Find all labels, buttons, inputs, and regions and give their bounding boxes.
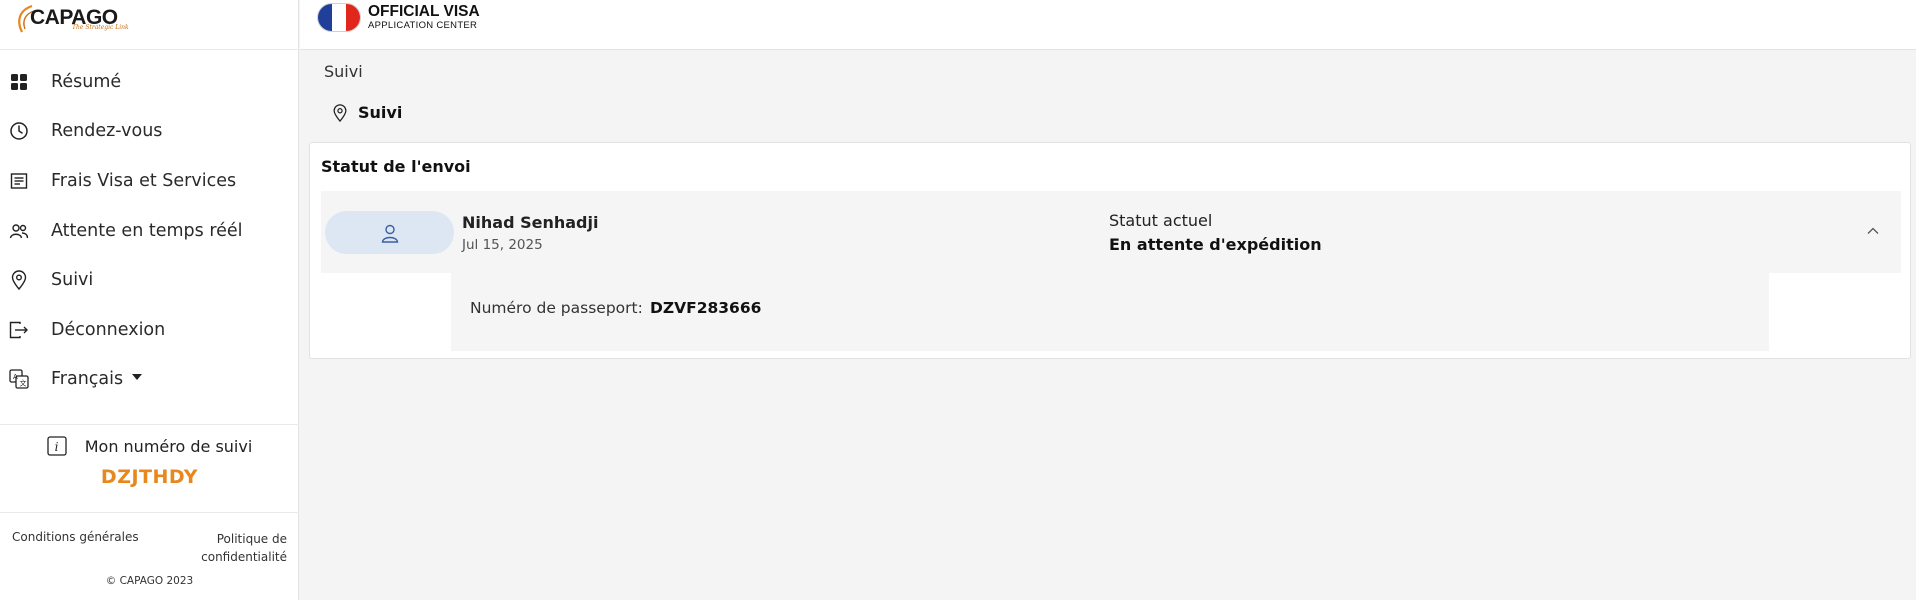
- logout-icon: [9, 320, 29, 340]
- sidebar-item-label: Résumé: [51, 71, 122, 92]
- sidebar: CAPAGO The Strategic Link Résumé Rendez-…: [0, 0, 299, 600]
- applicant-name: Nihad Senhadji: [462, 213, 599, 232]
- sidebar-item-frais[interactable]: Frais Visa et Services: [0, 156, 299, 206]
- language-selector[interactable]: A文 Français: [0, 355, 299, 405]
- sidebar-item-label: Frais Visa et Services: [51, 170, 237, 191]
- brand-title: OFFICIAL VISA: [368, 3, 480, 20]
- svg-text:A: A: [13, 373, 18, 381]
- page-title-text: Suivi: [358, 103, 403, 122]
- capago-logo[interactable]: CAPAGO The Strategic Link: [14, 2, 134, 36]
- divider: [0, 49, 299, 50]
- dashboard-icon: [9, 72, 29, 92]
- brand-subtitle: APPLICATION CENTER: [368, 20, 478, 31]
- card-title: Statut de l'envoi: [321, 157, 471, 176]
- applicant-row[interactable]: Nihad Senhadji Jul 15, 2025 Statut actue…: [321, 191, 1901, 273]
- france-flag-icon: [317, 3, 361, 32]
- privacy-link[interactable]: Politique de confidentialité: [157, 530, 287, 566]
- sidebar-item-rendez-vous[interactable]: Rendez-vous: [0, 107, 299, 157]
- sidebar-item-deconnexion[interactable]: Déconnexion: [0, 305, 299, 355]
- avatar: [325, 211, 454, 254]
- tracking-number-box: i Mon numéro de suivi DZJTHDY: [0, 436, 299, 488]
- status-label: Statut actuel: [1109, 211, 1213, 230]
- language-label: Français: [51, 369, 143, 389]
- shipment-status-card: Statut de l'envoi Nihad Senhadji Jul 15,…: [309, 142, 1911, 359]
- sidebar-nav: Résumé Rendez-vous Frais Visa et Service…: [0, 57, 299, 404]
- sidebar-item-label: Déconnexion: [51, 319, 166, 340]
- page-title: Suivi: [332, 103, 402, 122]
- location-pin-icon: [333, 103, 347, 122]
- status-value: En attente d'expédition: [1109, 235, 1322, 254]
- copyright-text: © CAPAGO 2023: [105, 575, 194, 587]
- tracking-code: DZJTHDY: [100, 466, 199, 488]
- applicant-date: Jul 15, 2025: [462, 237, 543, 253]
- terms-link[interactable]: Conditions générales: [12, 530, 139, 544]
- passport-label: Numéro de passeport:: [470, 299, 643, 317]
- translate-icon: A文: [9, 369, 29, 390]
- svg-text:i: i: [54, 440, 58, 454]
- applicant-details: Numéro de passeport: DZVF283666: [451, 273, 1769, 351]
- top-header: OFFICIAL VISA APPLICATION CENTER: [300, 0, 1916, 50]
- clock-icon: [9, 121, 29, 141]
- receipt-icon: [9, 171, 29, 191]
- logo-tagline: The Strategic Link: [72, 24, 129, 31]
- sidebar-item-suivi[interactable]: Suivi: [0, 255, 299, 305]
- info-icon: i: [47, 436, 67, 456]
- sidebar-item-attente[interactable]: Attente en temps réél: [0, 206, 299, 256]
- people-icon: [9, 221, 29, 241]
- sidebar-item-label: Suivi: [51, 270, 94, 291]
- sidebar-item-resume[interactable]: Résumé: [0, 57, 299, 107]
- divider: [0, 424, 299, 425]
- divider: [0, 512, 299, 513]
- location-pin-icon: [9, 270, 29, 291]
- tracking-label: Mon numéro de suivi: [84, 436, 253, 456]
- sidebar-item-label: Attente en temps réél: [51, 220, 243, 241]
- caret-down-icon: [132, 374, 143, 381]
- user-icon: [381, 224, 398, 243]
- chevron-up-icon[interactable]: [1865, 223, 1881, 239]
- sidebar-item-label: Rendez-vous: [51, 121, 163, 142]
- passport-number: DZVF283666: [650, 299, 762, 317]
- breadcrumb: Suivi: [324, 62, 363, 81]
- svg-text:文: 文: [20, 379, 27, 388]
